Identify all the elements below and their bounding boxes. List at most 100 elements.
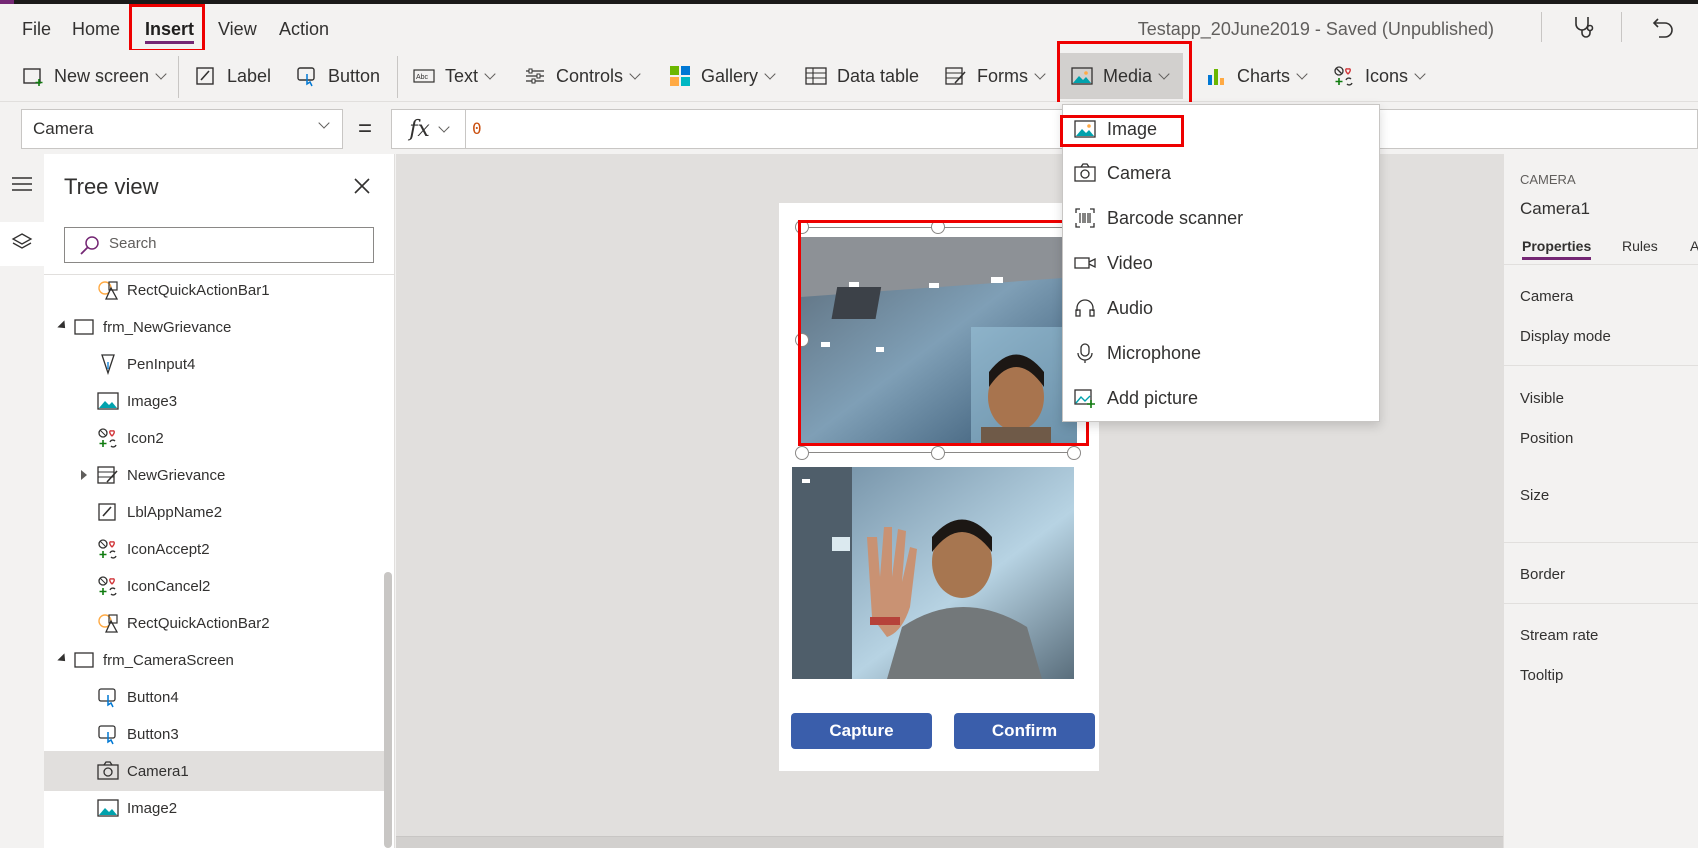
new-screen-button[interactable]: New screen [22, 62, 167, 90]
forms-icon [945, 65, 967, 87]
control-name[interactable]: Camera1 [1520, 199, 1590, 219]
forms-button[interactable]: Forms [945, 62, 1046, 90]
controls-button[interactable]: Controls [524, 62, 641, 90]
ribbon: New screen Label Button Abc Text Control… [0, 50, 1698, 102]
text-icon: Abc [413, 65, 435, 87]
capture-button[interactable]: Capture [791, 713, 932, 749]
data-table-button[interactable]: Data table [805, 62, 919, 90]
left-rail [0, 154, 44, 848]
prop-camera: Camera [1520, 288, 1574, 305]
tree-item-label: LblAppName2 [127, 503, 223, 521]
equals-sign: = [358, 115, 373, 142]
tree-item-icon2[interactable]: Icon2 [44, 418, 384, 458]
fx-button[interactable]: fx [392, 110, 466, 148]
icons-button[interactable]: Icons [1333, 62, 1426, 90]
chevron-down-icon [1158, 67, 1170, 80]
icons-icon [1333, 65, 1355, 87]
button-button[interactable]: Button [296, 62, 380, 90]
icons-icon [96, 537, 120, 561]
tree-item-rectquickactionbar1[interactable]: RectQuickActionBar1 [44, 275, 384, 310]
tree-item-label: Button4 [127, 688, 179, 706]
menu-file[interactable]: File [22, 19, 51, 40]
tree-item-newgrievance[interactable]: NewGrievance [44, 455, 384, 495]
media-menu-label: Camera [1107, 162, 1172, 183]
confirm-button[interactable]: Confirm [954, 713, 1095, 749]
ribbon-divider [397, 56, 398, 98]
media-menu-barcode-scanner[interactable]: Barcode scanner [1063, 196, 1379, 240]
tree-item-frm-newgrievance[interactable]: frm_NewGrievance [44, 307, 384, 347]
tree-item-image3[interactable]: Image3 [44, 381, 384, 421]
fx-icon: fx [409, 116, 430, 142]
media-label: Media [1103, 65, 1153, 86]
captured-image[interactable] [792, 467, 1074, 679]
tree-item-label: Button3 [127, 725, 179, 743]
tree-view-toggle[interactable] [0, 222, 44, 266]
button-icon [96, 685, 120, 709]
media-menu-microphone[interactable]: Microphone [1063, 331, 1379, 375]
formula-value[interactable]: 0 [472, 119, 482, 138]
tree-scrollbar[interactable] [384, 572, 392, 848]
gallery-button[interactable]: Gallery [669, 62, 776, 90]
formula-input[interactable]: fx 0 [391, 109, 1698, 149]
tree-item-label: IconAccept2 [127, 540, 210, 558]
tree-item-label: frm_NewGrievance [103, 318, 232, 336]
resize-handle[interactable] [795, 220, 809, 234]
tree-item-image2[interactable]: Image2 [44, 788, 384, 828]
menu-view[interactable]: View [218, 19, 257, 40]
data-table-label: Data table [837, 65, 920, 86]
resize-handle[interactable] [795, 333, 809, 347]
collapse-icon[interactable] [57, 653, 69, 665]
property-dropdown-value: Camera [33, 119, 94, 138]
prop-visible: Visible [1520, 390, 1564, 407]
tree-item-frm-camerascreen[interactable]: frm_CameraScreen [44, 640, 384, 680]
stethoscope-icon[interactable] [1570, 14, 1596, 40]
chevron-down-icon [764, 67, 776, 80]
tab-advanced[interactable]: A [1690, 238, 1698, 254]
charts-button[interactable]: Charts [1205, 62, 1308, 90]
tree-item-iconcancel2[interactable]: IconCancel2 [44, 566, 384, 606]
chevron-down-icon [438, 120, 450, 133]
property-dropdown[interactable]: Camera [21, 109, 343, 149]
gallery-label: Gallery [701, 65, 759, 86]
resize-handle[interactable] [931, 220, 945, 234]
hamburger-menu-button[interactable] [0, 164, 44, 208]
tab-rules[interactable]: Rules [1622, 238, 1658, 254]
collapse-icon[interactable] [57, 320, 69, 332]
expand-icon[interactable] [81, 470, 87, 480]
menu-action[interactable]: Action [279, 19, 329, 40]
prop-display-mode: Display mode [1520, 328, 1611, 345]
image-icon [96, 389, 120, 413]
resize-handle[interactable] [795, 446, 809, 460]
camera-feed[interactable] [801, 237, 1077, 444]
tree-item-lblappname2[interactable]: LblAppName2 [44, 492, 384, 532]
tree-item-button3[interactable]: Button3 [44, 714, 384, 754]
menu-home[interactable]: Home [72, 19, 120, 40]
chevron-down-icon [484, 67, 496, 80]
camera-icon [96, 759, 120, 783]
media-menu-image[interactable]: Image [1063, 107, 1379, 151]
tree-item-rectquickactionbar2[interactable]: RectQuickActionBar2 [44, 603, 384, 643]
tab-properties[interactable]: Properties [1522, 238, 1592, 260]
tree-item-camera1[interactable]: Camera1 [44, 751, 384, 791]
text-button[interactable]: Abc Text [413, 62, 496, 90]
menu-insert[interactable]: Insert [145, 19, 195, 44]
chevron-down-icon [629, 67, 641, 80]
prop-divider [1504, 542, 1698, 543]
gallery-icon [669, 65, 691, 87]
search-input[interactable] [109, 235, 359, 252]
media-button[interactable]: Media [1059, 53, 1183, 99]
tree-item-iconaccept2[interactable]: IconAccept2 [44, 529, 384, 569]
media-menu-camera[interactable]: Camera [1063, 151, 1379, 195]
media-menu-add-picture[interactable]: Add picture [1063, 376, 1379, 420]
tree-item-peninput4[interactable]: PenInput4 [44, 344, 384, 384]
resize-handle[interactable] [1067, 446, 1081, 460]
media-menu-audio[interactable]: Audio [1063, 286, 1379, 330]
menu-divider [1541, 12, 1542, 42]
close-icon[interactable] [350, 174, 374, 198]
undo-icon[interactable] [1650, 14, 1676, 40]
tree-item-button4[interactable]: Button4 [44, 677, 384, 717]
canvas-scrollbar[interactable] [396, 836, 1503, 848]
media-menu-video[interactable]: Video [1063, 241, 1379, 285]
resize-handle[interactable] [931, 446, 945, 460]
label-button[interactable]: Label [195, 62, 271, 90]
